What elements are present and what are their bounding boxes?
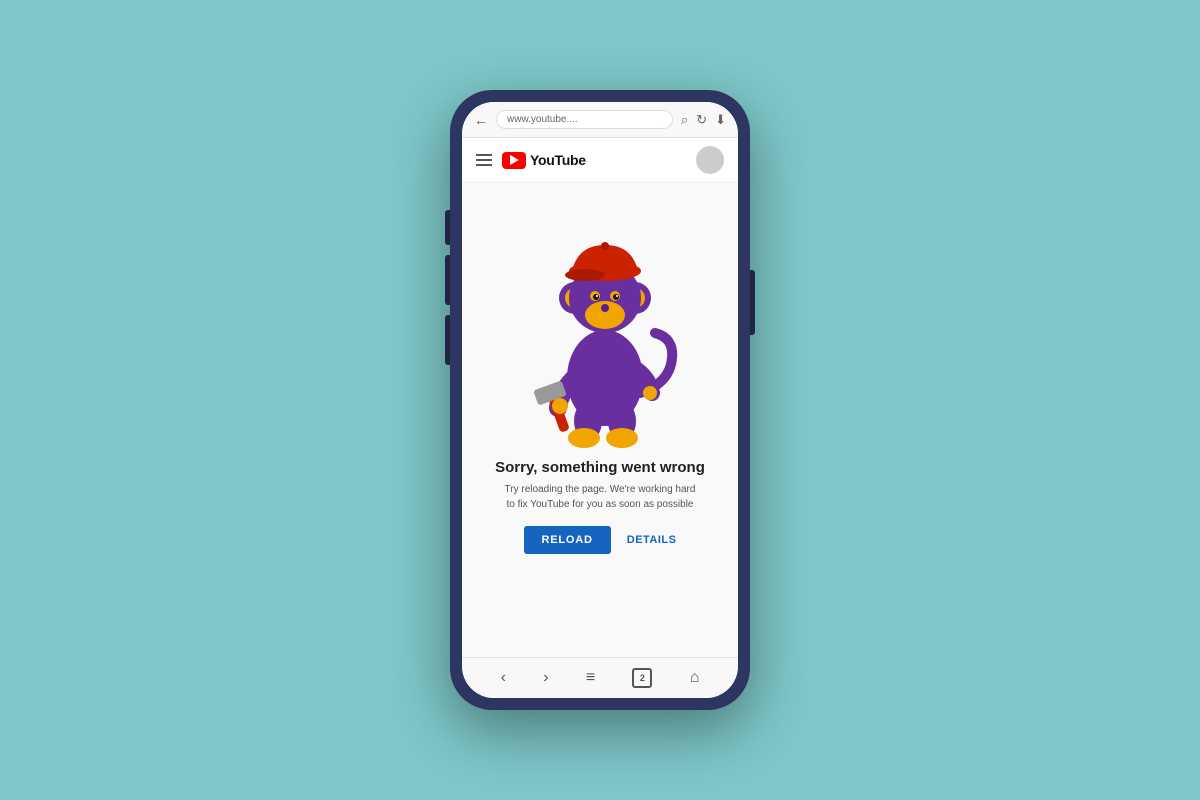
monkey-illustration (500, 193, 700, 453)
refresh-icon[interactable]: ↻ (696, 112, 707, 128)
phone-screen: ← www.youtube.... ⌕ ↻ ⬇ (462, 102, 738, 698)
browser-back-icon[interactable]: ← (474, 112, 488, 128)
tabs-count: 2 (640, 673, 645, 683)
error-buttons: RELOAD DETAILS (524, 526, 677, 554)
youtube-header: YouTube (462, 138, 738, 183)
nav-tabs-button[interactable]: 2 (632, 668, 652, 688)
volume-down-button (445, 315, 450, 365)
phone-mockup: ← www.youtube.... ⌕ ↻ ⬇ (450, 90, 750, 710)
yt-header-left: YouTube (476, 152, 586, 169)
user-avatar[interactable] (696, 146, 724, 174)
nav-home-icon[interactable]: ⌂ (690, 669, 700, 687)
nav-back-icon[interactable]: ‹ (501, 669, 506, 687)
youtube-play-icon (502, 152, 526, 169)
error-content-area: Sorry, something went wrong Try reloadin… (462, 183, 738, 657)
search-icon[interactable]: ⌕ (681, 112, 688, 128)
power-button (750, 270, 755, 335)
url-text: www.youtube.... (507, 114, 578, 125)
browser-url-bar[interactable]: www.youtube.... (496, 110, 673, 129)
youtube-logo[interactable]: YouTube (502, 152, 586, 169)
youtube-wordmark: YouTube (530, 152, 586, 168)
nav-forward-icon[interactable]: › (543, 669, 548, 687)
browser-toolbar: ⌕ ↻ ⬇ (681, 112, 726, 128)
browser-bar: ← www.youtube.... ⌕ ↻ ⬇ (462, 102, 738, 138)
nav-menu-icon[interactable]: ≡ (586, 669, 595, 687)
volume-up-button (445, 255, 450, 305)
hamburger-line (476, 154, 492, 156)
play-triangle (510, 155, 519, 165)
error-title: Sorry, something went wrong (495, 459, 705, 476)
details-button[interactable]: DETAILS (627, 534, 677, 546)
reload-button[interactable]: RELOAD (524, 526, 611, 554)
error-subtitle: Try reloading the page. We're working ha… (500, 482, 700, 512)
hamburger-line (476, 159, 492, 161)
hamburger-menu-button[interactable] (476, 154, 492, 166)
hamburger-line (476, 164, 492, 166)
browser-navigation-bar: ‹ › ≡ 2 ⌂ (462, 657, 738, 698)
download-icon[interactable]: ⬇ (715, 112, 726, 128)
